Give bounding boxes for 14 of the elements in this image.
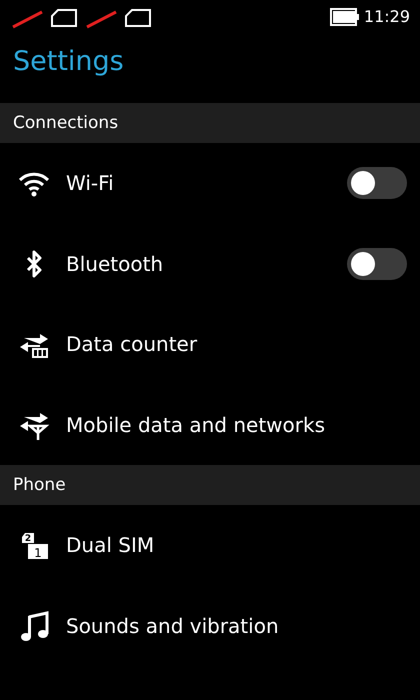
section-header: Phone	[0, 465, 420, 505]
settings-item[interactable]: 2 1 Dual SIM	[0, 505, 420, 586]
clock-time: 11:29	[364, 6, 410, 28]
settings-item[interactable]: Mobile data and networks	[0, 384, 420, 465]
settings-item[interactable]: Sounds and vibration	[0, 586, 420, 666]
music-note-icon	[18, 610, 50, 642]
page-title: Settings	[12, 45, 125, 79]
settings-item[interactable]: Data counter	[0, 304, 420, 384]
toggle-switch[interactable]	[347, 248, 407, 280]
section-header: Connections	[0, 103, 420, 143]
battery-icon	[330, 8, 360, 26]
settings-item[interactable]: Bluetooth	[0, 224, 420, 304]
toggle-switch[interactable]	[347, 167, 407, 200]
settings-item[interactable]: Wi-Fi	[0, 143, 420, 224]
